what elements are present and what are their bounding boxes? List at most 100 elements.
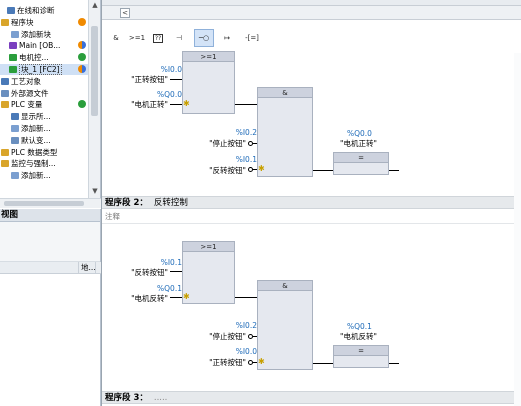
and-block-label: & bbox=[258, 281, 312, 291]
network-2-title-bar[interactable]: 程序段 2： 反转控制 bbox=[102, 196, 521, 209]
insert-input-star-icon[interactable]: ✱ bbox=[258, 165, 265, 173]
project-tree: 在线和诊断程序块添加新块 Main [OB... 电机控... 块_1 [FC2] 工艺… bbox=[0, 0, 101, 198]
tree-item[interactable]: 监控与强制... bbox=[0, 158, 100, 169]
insert-input-star-icon[interactable]: ✱ bbox=[258, 358, 265, 366]
operand-address[interactable]: %Q0.1 bbox=[102, 284, 182, 293]
wire bbox=[253, 143, 257, 144]
assignment-button[interactable]: ↦ bbox=[217, 29, 237, 47]
negate-button[interactable]: ─○ bbox=[194, 29, 214, 47]
tree-item-label: 添加新块 bbox=[21, 29, 51, 39]
output-symbol[interactable]: "电机反转" bbox=[340, 331, 377, 342]
tree-vertical-scrollbar[interactable]: ▲ ▼ bbox=[88, 0, 100, 198]
network-2-comment[interactable]: 注释 bbox=[102, 210, 521, 224]
tree-item[interactable]: 添加新... bbox=[0, 123, 100, 134]
tree-item[interactable]: 默认变... bbox=[0, 135, 100, 146]
and-block[interactable]: & bbox=[257, 87, 313, 177]
status-indicator-icon bbox=[78, 17, 86, 26]
tree-item-label: 监控与强制... bbox=[11, 159, 56, 169]
operand-address[interactable]: %I0.0 bbox=[102, 65, 182, 74]
coil-button[interactable]: -[=] bbox=[242, 29, 262, 47]
default-table-icon bbox=[11, 136, 19, 144]
operand-address[interactable]: %I0.2 bbox=[202, 321, 257, 330]
scroll-down-icon[interactable]: ▼ bbox=[90, 186, 100, 196]
operand-symbol[interactable]: "电机正转" bbox=[102, 99, 168, 110]
tree-item-label: 添加新... bbox=[21, 171, 51, 181]
wire bbox=[253, 336, 257, 337]
and-block-label: & bbox=[258, 88, 312, 98]
details-view-title: 视图 bbox=[0, 209, 100, 222]
operand-symbol[interactable]: "正转按钮" bbox=[182, 357, 246, 368]
tree-hscroll-thumb[interactable] bbox=[4, 201, 84, 206]
operand-symbol[interactable]: "反转按钮" bbox=[102, 267, 168, 278]
tree-item-label: PLC 数据类型 bbox=[11, 147, 58, 157]
tree-item-label: 显示所... bbox=[21, 112, 51, 122]
operand-address[interactable]: %Q0.0 bbox=[102, 90, 182, 99]
assignment-block-label: = bbox=[334, 346, 388, 356]
operand-address[interactable]: %I0.1 bbox=[102, 258, 182, 267]
branch-open-button[interactable]: ⊣ bbox=[169, 29, 189, 47]
wire bbox=[389, 170, 399, 171]
output-address[interactable]: %Q0.0 bbox=[347, 129, 372, 138]
tree-item[interactable]: PLC 变量 bbox=[0, 99, 100, 110]
assignment-block[interactable]: = bbox=[333, 152, 389, 175]
network-2-number: 程序段 2： bbox=[105, 198, 148, 208]
tree-item[interactable]: 外部源文件 bbox=[0, 88, 100, 99]
network-3-number: 程序段 3： bbox=[105, 393, 148, 403]
tree-item-label: 工艺对象 bbox=[11, 76, 41, 86]
wire bbox=[170, 104, 182, 105]
tree-item-label: 程序块 bbox=[11, 17, 34, 27]
editor-top-scrollbar[interactable]: < bbox=[102, 6, 521, 20]
tree-item[interactable]: 添加新块 bbox=[0, 29, 100, 40]
output-symbol[interactable]: "电机正转" bbox=[340, 138, 377, 149]
tree-item[interactable]: 电机控... bbox=[0, 52, 100, 63]
or-block-label: >=1 bbox=[183, 52, 234, 62]
tree-item-label: 在线和诊断 bbox=[17, 6, 55, 15]
and-block[interactable]: & bbox=[257, 280, 313, 370]
wire bbox=[170, 297, 182, 298]
assignment-block[interactable]: = bbox=[333, 345, 389, 368]
tree-item[interactable]: 添加新... bbox=[0, 170, 100, 181]
add-watch-icon bbox=[11, 172, 19, 180]
operand-symbol[interactable]: "停止按钮" bbox=[182, 138, 246, 149]
tree-item[interactable]: 工艺对象 bbox=[0, 76, 100, 87]
tree-item-label: 外部源文件 bbox=[11, 88, 49, 98]
tree-item-label: Main [OB... bbox=[19, 41, 61, 51]
scroll-left-icon[interactable]: < bbox=[120, 8, 130, 18]
data-type-icon bbox=[1, 148, 9, 156]
tree-item[interactable]: PLC 数据类型 bbox=[0, 147, 100, 158]
output-address[interactable]: %Q0.1 bbox=[347, 322, 372, 331]
insert-input-star-icon[interactable]: ✱ bbox=[183, 100, 190, 108]
tree-horizontal-scrollbar[interactable] bbox=[0, 198, 101, 208]
column-header-address[interactable]: 地... bbox=[78, 262, 96, 274]
diagnostics-icon bbox=[7, 7, 15, 14]
tree-scroll-thumb[interactable] bbox=[91, 26, 98, 116]
status-indicator-icon bbox=[78, 65, 86, 73]
tree-item-label: 电机控... bbox=[19, 53, 49, 63]
insert-input-star-icon[interactable]: ✱ bbox=[183, 293, 190, 301]
network-2-name[interactable]: 反转控制 bbox=[154, 198, 188, 208]
operand-address[interactable]: %I0.0 bbox=[202, 347, 257, 356]
editor-vertical-scrollbar[interactable] bbox=[514, 53, 521, 406]
status-indicator-icon bbox=[78, 100, 86, 109]
operand-address[interactable]: %I0.2 bbox=[202, 128, 257, 137]
show-all-icon bbox=[11, 113, 19, 121]
network-3-name[interactable]: ..... bbox=[154, 393, 168, 403]
tree-item[interactable]: 在线和诊断 bbox=[0, 5, 100, 16]
network-3-title-bar[interactable]: 程序段 3：..... bbox=[102, 391, 521, 404]
operand-symbol[interactable]: "正转按钮" bbox=[102, 74, 168, 85]
wire bbox=[170, 271, 182, 272]
tree-item[interactable]: Main [OB... bbox=[0, 40, 100, 51]
operand-symbol[interactable]: "停止按钮" bbox=[182, 331, 246, 342]
operand-symbol[interactable]: "反转按钮" bbox=[182, 165, 246, 176]
empty-box-button[interactable]: ?? bbox=[148, 29, 168, 47]
operand-symbol[interactable]: "电机反转" bbox=[102, 293, 168, 304]
tree-item[interactable]: 块_1 [FC2] bbox=[0, 64, 100, 75]
or-box-button[interactable]: >=1 bbox=[127, 29, 147, 47]
tree-item-label: 块_1 [FC2] bbox=[19, 64, 62, 75]
scroll-up-icon[interactable]: ▲ bbox=[90, 0, 100, 10]
and-box-button[interactable]: & bbox=[106, 29, 126, 47]
wire bbox=[235, 104, 257, 105]
tree-item[interactable]: 显示所... bbox=[0, 111, 100, 122]
operand-address[interactable]: %I0.1 bbox=[202, 155, 257, 164]
tree-item[interactable]: 程序块 bbox=[0, 17, 100, 28]
